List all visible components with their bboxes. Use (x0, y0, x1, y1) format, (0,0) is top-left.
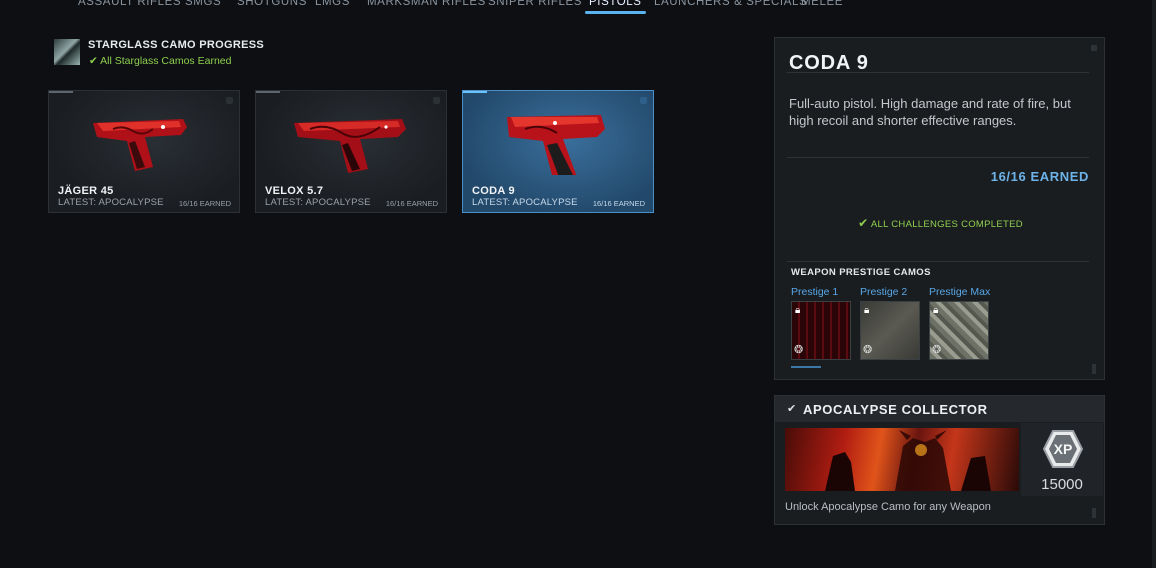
divider (787, 72, 1089, 73)
card-corner-marker (640, 97, 647, 104)
tab-smgs[interactable]: SMGS (185, 0, 221, 8)
divider (787, 157, 1089, 158)
prestige-scroll-indicator (791, 366, 821, 368)
camo-progress-status: ✔ All Starglass Camos Earned (89, 55, 231, 67)
challenge-scrollbar[interactable] (1092, 508, 1096, 518)
lock-icon: 🔒︎ (864, 305, 870, 316)
weapon-earned-count: 16/16 EARNED (592, 199, 645, 208)
window-edge (1152, 0, 1156, 568)
prestige-swirl-icon: ❂ (932, 344, 942, 356)
prestige-swirl-icon: ❂ (863, 344, 873, 356)
tab-launchers-specials[interactable]: LAUNCHERS & SPECIALS (654, 0, 807, 8)
weapon-name: CODA 9 (472, 185, 515, 197)
weapon-card-coda-9[interactable]: CODA 9 LATEST: APOCALYPSE 16/16 EARNED (462, 90, 654, 213)
prestige-2-label: Prestige 2 (860, 286, 908, 298)
camo-progress-title: STARGLASS CAMO PROGRESS (88, 39, 264, 51)
prestige-max-camo-thumb[interactable]: 🔒︎ ❂ (929, 301, 989, 360)
xp-badge-icon: XP (1042, 430, 1084, 468)
weapon-latest-camo: LATEST: APOCALYPSE (265, 197, 371, 208)
weapon-latest-camo: LATEST: APOCALYPSE (472, 197, 578, 208)
prestige-swirl-icon: ❂ (794, 344, 804, 356)
weapon-card-velox-5-7[interactable]: VELOX 5.7 LATEST: APOCALYPSE 16/16 EARNE… (255, 90, 447, 213)
card-top-accent (49, 91, 73, 93)
prestige-2-camo-thumb[interactable]: 🔒︎ ❂ (860, 301, 920, 360)
weapon-detail-panel: CODA 9 Full-auto pistol. High damage and… (774, 37, 1105, 380)
challenge-panel: ✔ APOCALYPSE COLLECTOR XP 15000 Unlock A… (774, 395, 1105, 525)
panel-corner-marker (1091, 45, 1097, 51)
check-icon: ✔ (858, 216, 869, 230)
challenge-header: ✔ APOCALYPSE COLLECTOR (775, 396, 1104, 422)
prestige-max-label: Prestige Max (929, 286, 991, 298)
prestige-1-camo-thumb[interactable]: 🔒︎ ❂ (791, 301, 851, 360)
tab-assault-rifles[interactable]: ASSAULT RIFLES (78, 0, 181, 8)
weapon-earned-count: 16/16 EARNED (178, 199, 231, 208)
pistol-image (93, 119, 187, 171)
challenge-description: Unlock Apocalypse Camo for any Weapon (785, 501, 991, 513)
starglass-camo-icon (54, 39, 80, 65)
tab-marksman-rifles[interactable]: MARKSMAN RIFLES (367, 0, 486, 8)
pistol-image (507, 115, 605, 175)
challenge-reward-image (785, 428, 1019, 491)
detail-weapon-description: Full-auto pistol. High damage and rate o… (789, 96, 1071, 128)
lock-icon: 🔒︎ (933, 305, 939, 316)
divider (787, 261, 1089, 262)
camo-progress-status-text: All Starglass Camos Earned (100, 55, 232, 67)
challenge-title: APOCALYPSE COLLECTOR (803, 402, 988, 417)
lock-icon: 🔒︎ (795, 305, 801, 316)
panel-scrollbar[interactable] (1092, 364, 1096, 374)
card-top-accent (256, 91, 280, 93)
challenges-status-text: ALL CHALLENGES COMPLETED (870, 219, 1023, 230)
prestige-1-label: Prestige 1 (791, 286, 839, 298)
tab-shotguns[interactable]: SHOTGUNS (237, 0, 307, 8)
xp-reward-value: 15000 (1041, 476, 1083, 493)
svg-text:XP: XP (1054, 441, 1073, 457)
check-icon: ✔ (89, 55, 98, 67)
tab-pistols[interactable]: PISTOLS (585, 0, 646, 14)
challenge-artwork (825, 430, 991, 491)
weapon-card-jager-45[interactable]: JÄGER 45 LATEST: APOCALYPSE 16/16 EARNED (48, 90, 240, 213)
card-corner-marker (226, 97, 233, 104)
tab-sniper-rifles[interactable]: SNIPER RIFLES (488, 0, 582, 8)
card-corner-marker (433, 97, 440, 104)
challenges-status: ✔ ALL CHALLENGES COMPLETED (775, 216, 1106, 230)
detail-earned-count: 16/16 EARNED (990, 169, 1089, 184)
weapon-latest-camo: LATEST: APOCALYPSE (58, 197, 164, 208)
tab-melee[interactable]: MELEE (801, 0, 843, 8)
tab-lmgs[interactable]: LMGS (315, 0, 350, 8)
weapon-category-tabs: ASSAULT RIFLES SMGS SHOTGUNS LMGS MARKSM… (0, 0, 900, 16)
prestige-camos-title: WEAPON PRESTIGE CAMOS (791, 267, 931, 278)
pistol-image (294, 119, 406, 173)
check-icon: ✔ (787, 403, 797, 415)
weapon-name: JÄGER 45 (58, 185, 114, 197)
weapon-earned-count: 16/16 EARNED (385, 199, 438, 208)
weapon-name: VELOX 5.7 (265, 185, 324, 197)
card-top-accent (463, 91, 487, 93)
